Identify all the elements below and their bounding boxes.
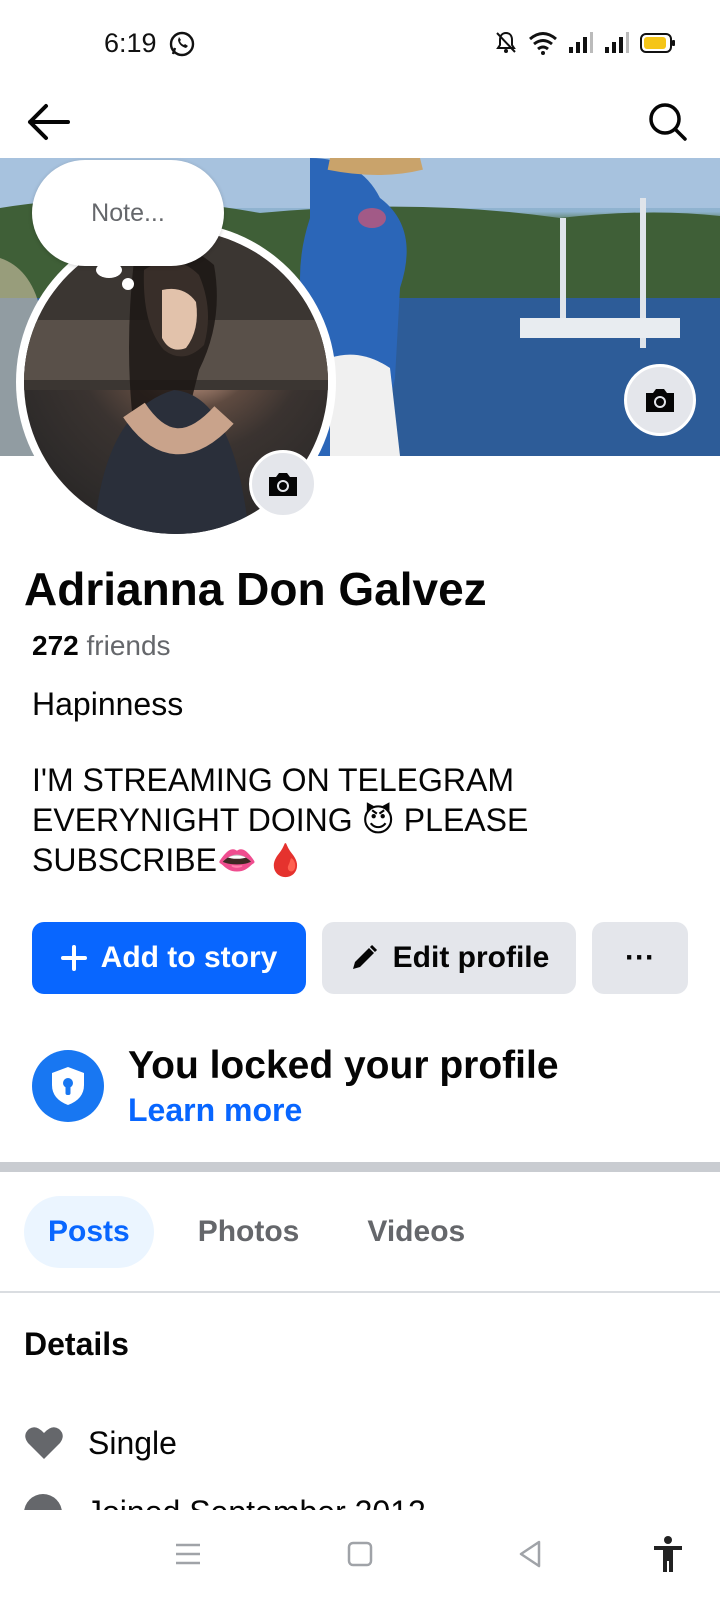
status-bar: 6:19 xyxy=(0,0,720,90)
profile-bio: Hapinness I'M STREAMING ON TELEGRAM EVER… xyxy=(32,684,672,880)
note-bubble-tail-dot xyxy=(122,278,134,290)
friends-label: friends xyxy=(86,630,171,661)
back-arrow-icon xyxy=(28,104,70,140)
top-nav xyxy=(0,90,720,160)
more-icon: ··· xyxy=(625,941,655,974)
back-button[interactable] xyxy=(22,96,74,148)
system-back-button[interactable] xyxy=(508,1532,552,1576)
accessibility-icon xyxy=(654,1536,682,1572)
wifi-icon xyxy=(528,30,558,56)
add-to-story-button[interactable]: Add to story xyxy=(32,922,306,994)
whatsapp-icon xyxy=(168,30,196,58)
profile-name: Adrianna Don Galvez xyxy=(24,563,487,615)
menu-icon xyxy=(176,1543,200,1565)
signal-icon xyxy=(604,31,630,55)
bio-line: SUBSCRIBE👄 🩸 xyxy=(32,842,306,878)
detail-relationship: Single xyxy=(24,1418,177,1468)
accessibility-button[interactable] xyxy=(646,1532,690,1576)
system-nav-bar xyxy=(0,1510,720,1600)
relationship-status: Single xyxy=(88,1424,177,1461)
more-options-button[interactable]: ··· xyxy=(592,922,688,994)
status-time: 6:19 xyxy=(104,28,157,58)
search-icon xyxy=(649,103,687,141)
status-icons xyxy=(494,30,676,56)
bio-line: I'M STREAMING ON TELEGRAM xyxy=(32,762,515,798)
shield-lock-icon xyxy=(32,1050,104,1122)
tab-videos[interactable]: Videos xyxy=(343,1196,489,1268)
learn-more-link[interactable]: Learn more xyxy=(128,1092,302,1129)
heart-icon xyxy=(25,1427,63,1459)
note-bubble-tail xyxy=(96,262,122,278)
home-square-icon xyxy=(347,1541,373,1567)
friends-count-number: 272 xyxy=(32,630,79,661)
note-placeholder: Note... xyxy=(91,198,165,227)
tabs-divider xyxy=(0,1291,720,1293)
profile-tabs: Posts Photos Videos xyxy=(24,1196,489,1268)
add-to-story-label: Add to story xyxy=(100,941,278,974)
back-triangle-icon xyxy=(519,1540,541,1568)
mute-icon xyxy=(494,30,518,56)
cover-camera-button[interactable] xyxy=(624,364,696,436)
edit-profile-button[interactable]: Edit profile xyxy=(322,922,576,994)
note-bubble[interactable]: Note... xyxy=(32,160,224,266)
avatar-camera-button[interactable] xyxy=(249,450,317,518)
recent-apps-button[interactable] xyxy=(166,1532,210,1576)
section-divider xyxy=(0,1162,720,1172)
battery-icon xyxy=(640,32,676,54)
details-heading: Details xyxy=(24,1326,129,1362)
bio-line: Hapinness xyxy=(32,686,184,722)
search-button[interactable] xyxy=(642,96,694,148)
signal-icon xyxy=(568,31,594,55)
plus-icon xyxy=(60,945,87,971)
tab-photos[interactable]: Photos xyxy=(174,1196,324,1268)
locked-profile-notice: You locked your profile Learn more xyxy=(32,1040,692,1140)
camera-icon xyxy=(646,389,674,412)
friends-count[interactable]: 272 friends xyxy=(32,630,171,662)
locked-profile-title: You locked your profile xyxy=(128,1044,559,1087)
tab-posts[interactable]: Posts xyxy=(24,1196,154,1268)
bio-line: EVERYNIGHT DOING 😈 PLEASE xyxy=(32,802,529,838)
edit-profile-label: Edit profile xyxy=(392,941,550,974)
camera-icon xyxy=(269,473,297,496)
pencil-icon xyxy=(352,944,377,969)
home-button[interactable] xyxy=(338,1532,382,1576)
